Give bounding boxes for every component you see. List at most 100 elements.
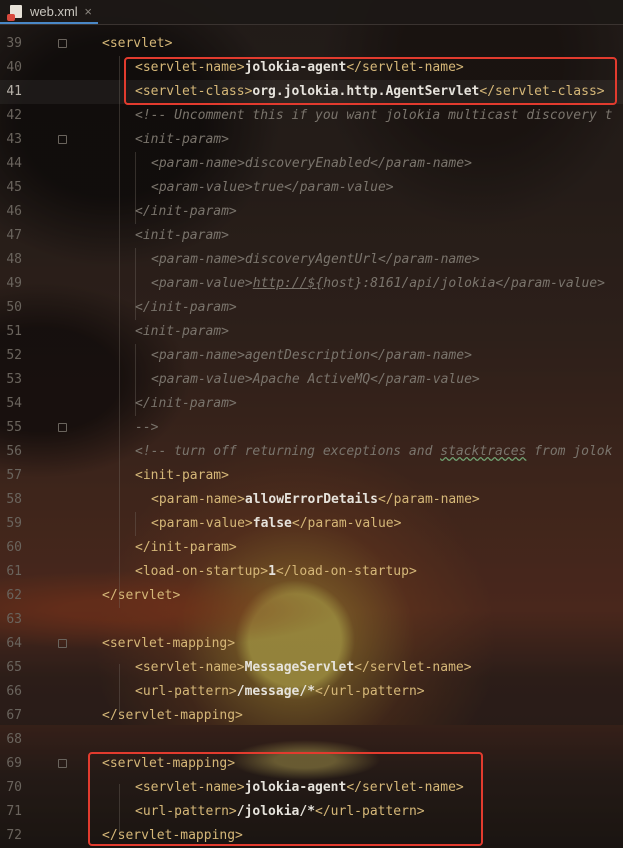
code-line[interactable]: 56 <!-- turn off returning exceptions and… (0, 440, 623, 464)
code-line[interactable]: 52 <param-name>agentDescription</param-na… (0, 344, 623, 368)
token-cmt: <param-name>discoveryEnabled</param-name… (151, 156, 472, 171)
token-tag: </servlet> (102, 588, 181, 603)
line-number: 47 (6, 228, 22, 243)
code-line[interactable]: 63 (0, 608, 623, 632)
line-number: 64 (6, 636, 22, 651)
line-number: 69 (6, 756, 22, 771)
code-line[interactable]: 43 <init-param> (0, 128, 623, 152)
line-number: 50 (6, 300, 22, 315)
line-number: 66 (6, 684, 22, 699)
code-line[interactable]: 42 <!-- Uncomment this if you want joloki… (0, 104, 623, 128)
code-line[interactable]: 62 </servlet> (0, 584, 623, 608)
code-line[interactable]: 51 <init-param> (0, 320, 623, 344)
code-line[interactable]: 67 </servlet-mapping> (0, 704, 623, 728)
token-tag: <servlet> (102, 36, 173, 51)
token-tag: </servlet-name> (354, 660, 472, 675)
token-ttext: allowErrorDetails (244, 492, 378, 507)
indent-guide (135, 248, 136, 320)
token-cmt: <!-- turn off returning exceptions and (135, 444, 441, 459)
code-text: </servlet-mapping> (102, 704, 243, 728)
code-text: <servlet-mapping> (102, 632, 235, 656)
token-tag: </load-on-startup> (275, 564, 417, 579)
fold-marker-icon[interactable] (58, 135, 67, 144)
fold-marker-icon[interactable] (58, 639, 67, 648)
token-cmt: </init-param> (135, 396, 237, 411)
code-line[interactable]: 68 (0, 728, 623, 752)
fold-marker-icon[interactable] (58, 39, 67, 48)
token-cmt: <init-param> (135, 228, 229, 243)
line-number: 71 (6, 804, 22, 819)
line-number: 59 (6, 516, 22, 531)
code-text: <servlet> (102, 32, 172, 56)
token-tag: </init-param> (135, 540, 237, 555)
line-number: 72 (6, 828, 22, 843)
code-text: <!-- Uncomment this if you want jolokia … (135, 104, 612, 128)
token-tag: </servlet-mapping> (102, 708, 243, 723)
token-tag: <load-on-startup> (135, 564, 269, 579)
line-number: 49 (6, 276, 22, 291)
token-ttext: MessageServlet (244, 660, 355, 675)
code-line[interactable]: 53 <param-value>Apache ActiveMQ</param-va… (0, 368, 623, 392)
line-number: 55 (6, 420, 22, 435)
code-text: <param-value>true</param-value> (151, 176, 394, 200)
fold-marker-icon[interactable] (58, 423, 67, 432)
line-number: 65 (6, 660, 22, 675)
token-cmt: from jolok (526, 444, 613, 459)
code-text: <param-name>discoveryEnabled</param-name… (151, 152, 472, 176)
token-tag: <url-pattern> (135, 684, 237, 699)
code-line[interactable]: 49 <param-value>http://${host}:8161/api/j… (0, 272, 623, 296)
token-cmt: --> (135, 420, 159, 435)
code-text: <param-name>allowErrorDetails</param-nam… (151, 488, 480, 512)
line-number: 63 (6, 612, 22, 627)
token-tag: <param-name> (151, 492, 245, 507)
line-number: 48 (6, 252, 22, 267)
code-text: <servlet-name>MessageServlet</servlet-na… (135, 656, 472, 680)
indent-guide (135, 344, 136, 416)
code-line[interactable]: 64 <servlet-mapping> (0, 632, 623, 656)
token-cmt: host}:8161/api/jolokia</param-value> (323, 276, 605, 291)
code-line[interactable]: 48 <param-name>discoveryAgentUrl</param-n… (0, 248, 623, 272)
code-line[interactable]: 46 </init-param> (0, 200, 623, 224)
code-line[interactable]: 60 </init-param> (0, 536, 623, 560)
code-line[interactable]: 45 <param-value>true</param-value> (0, 176, 623, 200)
code-line[interactable]: 44 <param-name>discoveryEnabled</param-na… (0, 152, 623, 176)
line-number: 45 (6, 180, 22, 195)
code-line[interactable]: 54 </init-param> (0, 392, 623, 416)
line-number: 60 (6, 540, 22, 555)
code-line[interactable]: 61 <load-on-startup>1</load-on-startup> (0, 560, 623, 584)
token-tag: </url-pattern> (315, 684, 425, 699)
line-number: 67 (6, 708, 22, 723)
code-line[interactable]: 58 <param-name>allowErrorDetails</param-n… (0, 488, 623, 512)
code-text: <param-name>agentDescription</param-name… (151, 344, 472, 368)
code-line[interactable]: 55 --> (0, 416, 623, 440)
line-number: 57 (6, 468, 22, 483)
close-icon[interactable]: × (84, 4, 92, 19)
line-number: 54 (6, 396, 22, 411)
code-text: <param-value>false</param-value> (151, 512, 401, 536)
code-text: </servlet> (102, 584, 180, 608)
code-text: <param-value>http://${host}:8161/api/jol… (151, 272, 605, 296)
token-url: http://${ (252, 276, 324, 291)
code-line[interactable]: 57 <init-param> (0, 464, 623, 488)
code-line[interactable]: 47 <init-param> (0, 224, 623, 248)
line-number: 42 (6, 108, 22, 123)
code-text: </init-param> (135, 200, 237, 224)
code-text: <param-value>Apache ActiveMQ</param-valu… (151, 368, 480, 392)
token-cmt: <init-param> (135, 132, 229, 147)
token-tag: <servlet-mapping> (102, 636, 236, 651)
code-editor[interactable]: 39 <servlet> 40 <servlet-name>jolokia-agent… (0, 24, 623, 848)
code-line[interactable]: 50 </init-param> (0, 296, 623, 320)
fold-marker-icon[interactable] (58, 759, 67, 768)
code-text: <init-param> (135, 224, 229, 248)
line-number: 40 (6, 60, 22, 75)
code-line[interactable]: 39 <servlet> (0, 32, 623, 56)
line-number: 68 (6, 732, 22, 747)
line-number: 41 (6, 84, 22, 99)
code-line[interactable]: 65 <servlet-name>MessageServlet</servlet-… (0, 656, 623, 680)
tab-web-xml[interactable]: web.xml × (0, 0, 98, 24)
code-text: <init-param> (135, 464, 229, 488)
line-number: 46 (6, 204, 22, 219)
code-line[interactable]: 66 <url-pattern>/message/*</url-pattern> (0, 680, 623, 704)
token-tag: </param-value> (291, 516, 402, 531)
code-line[interactable]: 59 <param-value>false</param-value> (0, 512, 623, 536)
